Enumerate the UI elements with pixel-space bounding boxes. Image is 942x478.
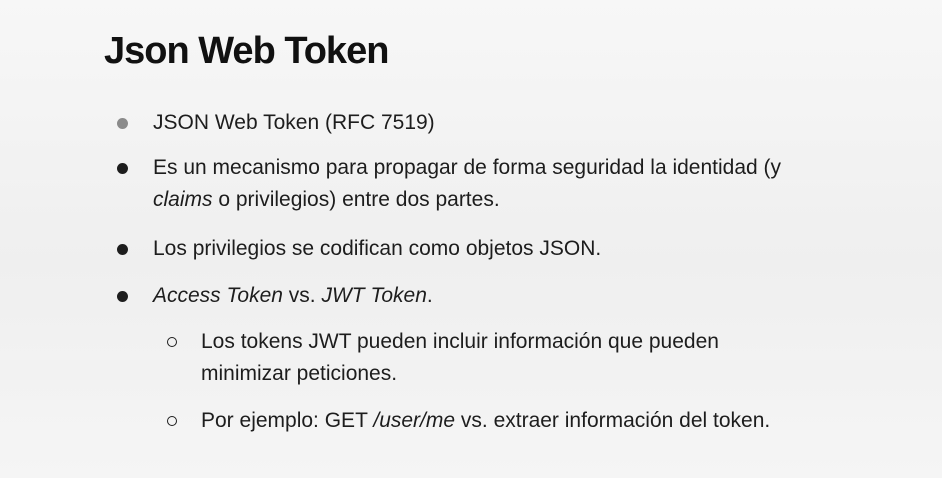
- bullet-line: Access Token vs. JWT Token.: [153, 284, 433, 307]
- bullet-text: Es un mecanismo para propagar de forma s…: [153, 152, 781, 216]
- bullet-text: Por ejemplo: GET /user/me vs. extraer in…: [201, 405, 770, 437]
- bullet-line: minimizar peticiones.: [201, 358, 719, 390]
- bullet-line: Por ejemplo: GET /user/me vs. extraer in…: [201, 409, 770, 432]
- bullet-dot-icon: [117, 118, 128, 129]
- bullet-dot-icon: [117, 244, 128, 255]
- bullet-text: Los tokens JWT pueden incluir informació…: [201, 326, 719, 390]
- bullet-ring-icon: [167, 337, 177, 347]
- text-run: vs.: [282, 284, 322, 307]
- text-run: o privilegios) entre dos partes.: [212, 188, 500, 211]
- bullet-line: Es un mecanismo para propagar de forma s…: [153, 152, 781, 184]
- bullet-dot-icon: [117, 291, 128, 302]
- slide: Json Web Token JSON Web Token (RFC 7519)…: [0, 0, 942, 478]
- text-run-italic: Access Token: [153, 284, 283, 307]
- text-run: Es un mecanismo para propagar de forma s…: [153, 156, 782, 179]
- text-run-italic: JWT Token: [321, 284, 427, 307]
- bullet-text: Access Token vs. JWT Token.: [153, 280, 433, 312]
- bullet-line: Los tokens JWT pueden incluir informació…: [201, 326, 719, 358]
- bullet-line: claims o privilegios) entre dos partes.: [153, 184, 781, 216]
- text-run: vs. extraer información del token.: [455, 409, 771, 432]
- bullet-text: JSON Web Token (RFC 7519): [153, 107, 435, 139]
- bullet-ring-icon: [167, 416, 177, 426]
- bullet-dot-icon: [117, 163, 128, 174]
- text-run-italic: claims: [153, 188, 213, 211]
- text-run: Los privilegios se codifican como objeto…: [153, 237, 602, 260]
- bullet-list: JSON Web Token (RFC 7519) Es un mecanism…: [0, 0, 942, 478]
- bullet-line: Los privilegios se codifican como objeto…: [153, 237, 601, 260]
- text-run: Los tokens JWT pueden incluir informació…: [201, 330, 719, 353]
- bullet-text: Los privilegios se codifican como objeto…: [153, 233, 601, 265]
- text-run: Por ejemplo: GET: [201, 409, 374, 432]
- text-run-italic: /user/me: [373, 409, 456, 432]
- text-run: .: [426, 284, 433, 307]
- bullet-line: JSON Web Token (RFC 7519): [153, 111, 435, 134]
- text-run: JSON Web Token (RFC 7519): [153, 111, 435, 134]
- text-run: minimizar peticiones.: [201, 362, 398, 385]
